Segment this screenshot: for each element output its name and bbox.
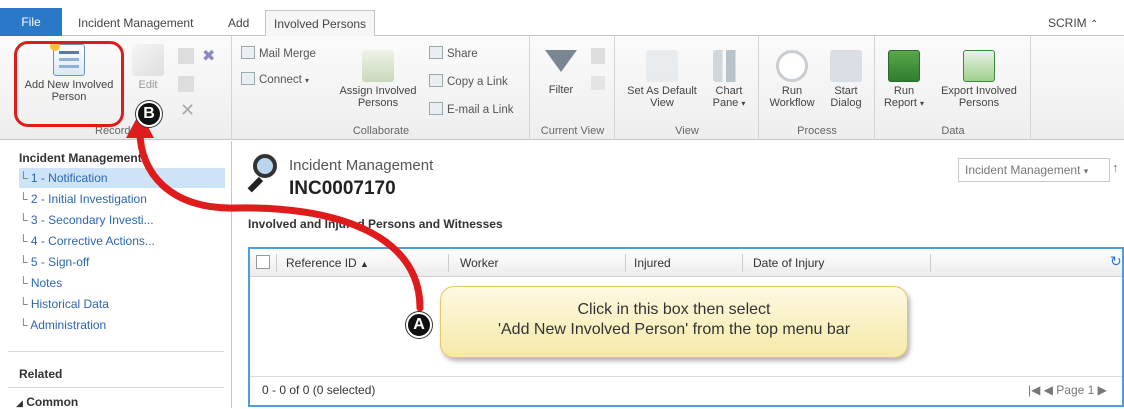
marker-b: B	[136, 101, 162, 127]
callout-line1: Click in this box then select	[577, 301, 771, 318]
marker-a: A	[406, 312, 432, 338]
arrow-path	[136, 128, 424, 312]
callout-line2: 'Add New Involved Person' from the top m…	[497, 321, 851, 338]
instruction-callout: Click in this box then select 'Add New I…	[440, 286, 908, 358]
